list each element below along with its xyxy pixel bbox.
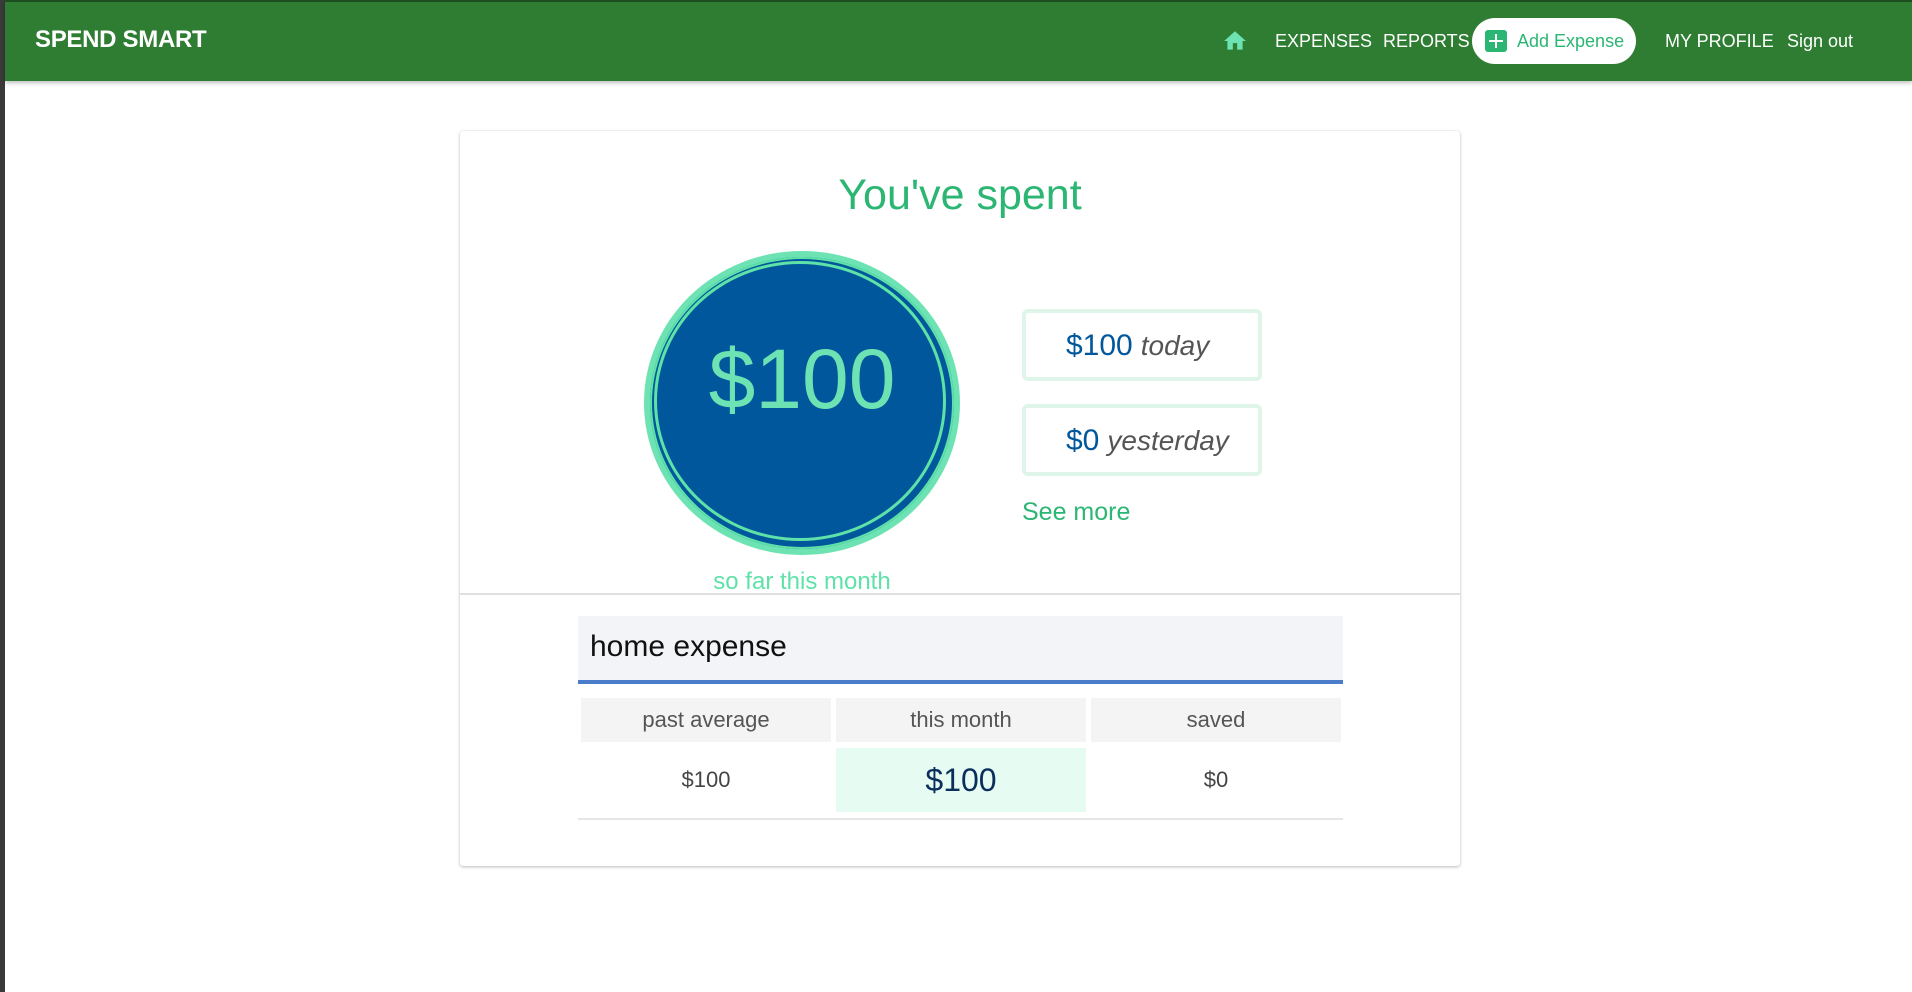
add-expense-button[interactable]: Add Expense	[1472, 18, 1636, 64]
nav-sign-out-link[interactable]: Sign out	[1787, 31, 1853, 52]
header-this-month: this month	[836, 698, 1086, 742]
see-more-link[interactable]: See more	[1022, 498, 1130, 527]
yesterday-stat-box: $0 yesterday	[1022, 404, 1262, 476]
card-divider	[460, 593, 1460, 595]
header-past-average: past average	[581, 698, 831, 742]
brand-title[interactable]: SPEND SMART	[35, 26, 207, 54]
card-title: You've spent	[838, 171, 1082, 219]
table-bottom-rule	[578, 818, 1343, 820]
yesterday-label: yesterday	[1107, 425, 1229, 456]
top-navbar: SPEND SMART EXPENSES REPORTS Add Expense…	[5, 0, 1912, 81]
month-total-amount: $100	[708, 332, 896, 426]
app-root: SPEND SMART EXPENSES REPORTS Add Expense…	[0, 0, 1912, 992]
home-icon[interactable]	[1222, 28, 1248, 54]
add-expense-label: Add Expense	[1517, 31, 1625, 51]
today-value: $100	[1066, 329, 1133, 362]
nav-expenses-link[interactable]: EXPENSES	[1275, 31, 1372, 52]
past-average-value: $100	[681, 767, 731, 792]
month-total-caption: so far this month	[713, 568, 891, 595]
today-stat: $100 today	[1066, 329, 1209, 363]
header-saved: saved	[1091, 698, 1341, 742]
month-total-circle: $100 so far this month	[644, 251, 960, 595]
category-select-field[interactable]: home expense	[578, 616, 1343, 684]
yesterday-value: $0	[1066, 424, 1100, 457]
window-edge	[0, 0, 5, 992]
nav-my-profile-link[interactable]: MY PROFILE	[1665, 31, 1774, 52]
spending-summary-card: You've spent $100 so far this month $100…	[460, 131, 1460, 866]
category-name: home expense	[590, 630, 787, 663]
this-month-value: $100	[836, 748, 1086, 812]
plus-box-icon	[1485, 30, 1507, 52]
saved-value: $0	[1203, 767, 1229, 792]
yesterday-stat: $0 yesterday	[1066, 424, 1229, 458]
today-label: today	[1140, 330, 1210, 361]
today-stat-box: $100 today	[1022, 309, 1262, 381]
nav-reports-link[interactable]: REPORTS	[1383, 31, 1470, 52]
